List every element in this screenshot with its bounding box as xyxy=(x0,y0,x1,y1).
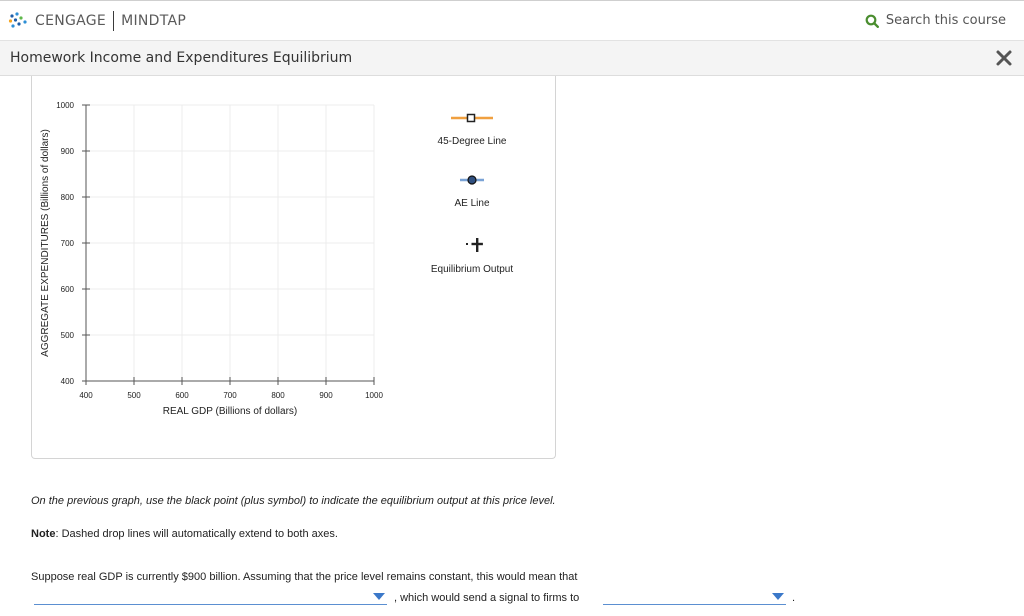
cengage-logo-icon xyxy=(8,12,27,28)
activity-title-bar: Homework Income and Expenditures Equilib… xyxy=(0,41,1024,76)
plus-marker-icon[interactable] xyxy=(460,236,484,252)
y-tick-label: 500 xyxy=(61,331,75,340)
x-tick-label: 600 xyxy=(175,391,189,400)
brand-logo-group[interactable]: CENGAGE MINDTAP xyxy=(8,11,186,31)
close-icon[interactable] xyxy=(994,48,1014,68)
legend-label: AE Line xyxy=(454,198,490,209)
brand-separator xyxy=(113,11,115,31)
question-prompt: Suppose real GDP is currently $900 billi… xyxy=(31,571,578,583)
circle-marker-line-icon[interactable] xyxy=(457,174,487,186)
x-tick-label: 400 xyxy=(79,391,93,400)
x-tick-label: 1000 xyxy=(365,391,383,400)
page-title: Homework Income and Expenditures Equilib… xyxy=(10,50,353,66)
brand-name: CENGAGE xyxy=(35,13,107,29)
top-header: CENGAGE MINDTAP Search this course xyxy=(0,0,1024,41)
y-tick-label: 700 xyxy=(61,239,75,248)
legend-label: 45-Degree Line xyxy=(437,136,507,147)
x-tick-label: 900 xyxy=(319,391,333,400)
question-connector-text: , which would send a signal to firms to xyxy=(394,592,580,604)
chevron-down-icon xyxy=(772,593,784,600)
x-tick-label: 800 xyxy=(271,391,285,400)
square-marker-line-icon[interactable] xyxy=(449,112,495,124)
y-axis-label: AGGREGATE EXPENDITURES (Billions of doll… xyxy=(40,129,51,357)
y-tick-label: 600 xyxy=(61,285,75,294)
answer-dropdown-2[interactable] xyxy=(603,589,786,605)
note-label: Note xyxy=(31,528,56,540)
search-course-button[interactable]: Search this course xyxy=(865,13,1006,28)
graph-legend: 45-Degree Line AE Line Equilibrium Outpu… xyxy=(427,112,517,298)
search-label: Search this course xyxy=(885,13,1006,28)
legend-item-45-degree: 45-Degree Line xyxy=(427,112,517,174)
question-end-punctuation: . xyxy=(792,592,796,604)
legend-item-equilibrium: Equilibrium Output xyxy=(427,236,517,298)
product-name: MINDTAP xyxy=(121,13,187,29)
note-text: Note: Dashed drop lines will automatical… xyxy=(31,528,338,540)
y-tick-label: 1000 xyxy=(56,101,74,110)
graph-instructions: On the previous graph, use the black poi… xyxy=(31,495,556,507)
search-icon xyxy=(865,14,879,28)
answer-dropdown-1[interactable] xyxy=(34,589,387,605)
x-tick-label: 700 xyxy=(223,391,237,400)
y-tick-label: 900 xyxy=(61,147,75,156)
y-tick-label: 400 xyxy=(61,377,75,386)
legend-label: Equilibrium Output xyxy=(430,264,514,275)
chevron-down-icon xyxy=(373,593,385,600)
x-tick-label: 500 xyxy=(127,391,141,400)
x-axis-label: REAL GDP (Billions of dollars) xyxy=(163,406,298,417)
note-body: : Dashed drop lines will automatically e… xyxy=(55,528,338,540)
graph-panel: 400 500 600 700 800 900 1000 400 500 600 700 800 900… xyxy=(31,76,556,459)
y-tick-label: 800 xyxy=(61,193,75,202)
legend-item-ae-line: AE Line xyxy=(427,174,517,236)
